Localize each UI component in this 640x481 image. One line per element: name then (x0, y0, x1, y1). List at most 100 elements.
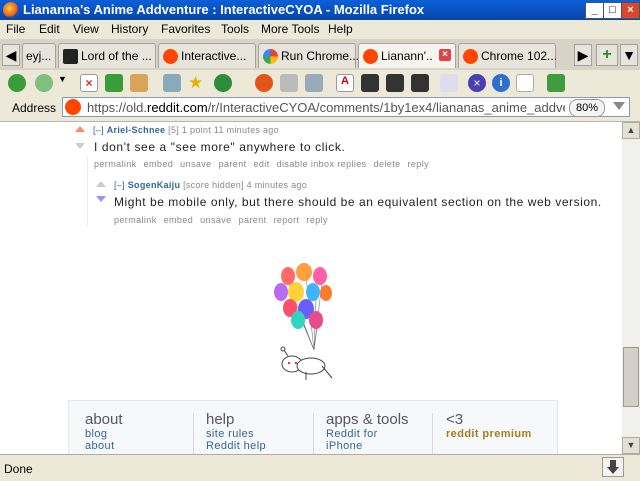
comment-actions: permalink embed unsave parent edit disable in… (94, 159, 436, 169)
url-dropdown-icon[interactable] (613, 102, 625, 110)
tab-6[interactable]: Chrome 102... (458, 43, 557, 68)
block-icon[interactable]: × (468, 74, 486, 92)
report-link[interactable]: report (274, 215, 300, 225)
tab-label: Interactive... (181, 49, 247, 63)
menu-edit[interactable]: Edit (39, 22, 60, 36)
comment-body: I don't see a "see more" anywhere to cli… (94, 140, 346, 154)
cursor-icon[interactable] (440, 74, 458, 92)
site-icon (63, 49, 78, 64)
downvote-icon[interactable] (75, 143, 85, 149)
scrollbar-thumb[interactable] (623, 347, 639, 407)
collapse-toggle[interactable]: [–] (93, 125, 104, 135)
reply-link[interactable]: reply (408, 159, 430, 169)
unsave-link[interactable]: unsave (200, 215, 231, 225)
maximize-button[interactable]: □ (603, 2, 622, 19)
tab-scroll-right-button[interactable]: ▶ (574, 44, 592, 66)
downvote-icon[interactable] (96, 196, 106, 202)
firefox-icon[interactable] (255, 74, 273, 92)
disable-inbox-replies-link[interactable]: disable inbox replies (277, 159, 367, 169)
scroll-up-button[interactable]: ▲ (622, 122, 640, 139)
footer-link-reddit-help[interactable]: Reddit help (206, 440, 266, 452)
footer-column-love: <3 reddit premium (446, 411, 532, 440)
text-a-icon[interactable]: A (336, 74, 354, 92)
screenshot-icon[interactable] (305, 74, 323, 92)
footer-link-site-rules[interactable]: site rules (206, 428, 266, 440)
menu-tools[interactable]: Tools (221, 22, 249, 36)
footer-link-about[interactable]: about (85, 440, 123, 452)
download-icon[interactable] (602, 457, 624, 477)
tab-1[interactable]: eyj... (22, 43, 56, 68)
menu-favorites[interactable]: Favorites (161, 22, 210, 36)
minimize-button[interactable]: _ (585, 2, 604, 19)
stop-icon[interactable]: × (80, 74, 98, 92)
edit-link[interactable]: edit (254, 159, 270, 169)
tab-4[interactable]: Run Chrome... (258, 43, 359, 68)
upvote-icon[interactable] (96, 181, 106, 187)
menu-help[interactable]: Help (328, 22, 353, 36)
permalink-link[interactable]: permalink (94, 159, 137, 169)
tab-label: Lord of the ... (81, 49, 152, 63)
footer-link-iphone[interactable]: iPhone (326, 440, 409, 452)
collapse-toggle[interactable]: [–] (114, 180, 125, 190)
comment-author[interactable]: Ariel-Schnee (107, 125, 166, 135)
reload-icon[interactable] (105, 74, 123, 92)
footer-link-reddit-premium[interactable]: reddit premium (446, 428, 532, 440)
address-bar[interactable]: https://old.reddit.com/r/InteractiveCYOA… (62, 97, 630, 117)
reddit-icon (463, 49, 478, 64)
comment-body: Might be mobile only, but there should b… (114, 195, 602, 209)
vertical-scrollbar[interactable]: ▲ ▼ (622, 122, 640, 454)
monitor-icon[interactable] (411, 74, 429, 92)
info-icon[interactable]: i (492, 74, 510, 92)
page-icon[interactable] (516, 74, 534, 92)
comment-tagline: [–] SogenKaiju [score hidden] 4 minutes … (114, 180, 307, 190)
addons-icon[interactable] (214, 74, 232, 92)
menu-view[interactable]: View (73, 22, 99, 36)
footer-column-about: about blog about (85, 411, 123, 452)
unsave-link[interactable]: unsave (180, 159, 211, 169)
footer-divider (313, 413, 314, 454)
tab-3[interactable]: Interactive... (158, 43, 256, 68)
search-icon[interactable] (163, 74, 181, 92)
forward-icon[interactable] (35, 74, 53, 92)
new-tab-button[interactable]: + (596, 44, 618, 66)
back-icon[interactable] (8, 74, 26, 92)
footer-divider (432, 413, 433, 454)
home-icon[interactable] (130, 74, 148, 92)
embed-link[interactable]: embed (144, 159, 174, 169)
monitor-icon[interactable] (361, 74, 379, 92)
menu-more-tools[interactable]: More Tools (261, 22, 319, 36)
footer-link-blog[interactable]: blog (85, 428, 123, 440)
monitor-icon[interactable] (386, 74, 404, 92)
footer-heading: <3 (446, 411, 464, 428)
embed-link[interactable]: embed (164, 215, 194, 225)
page-footer: about blog about help site rules Reddit … (68, 400, 558, 454)
bookmark-star-icon[interactable]: ★ (188, 74, 206, 92)
parent-link[interactable]: parent (219, 159, 247, 169)
reply-link[interactable]: reply (306, 215, 328, 225)
zoom-indicator[interactable]: 80% (568, 99, 605, 117)
close-button[interactable]: × (621, 2, 640, 19)
address-label: Address (12, 101, 57, 115)
menu-file[interactable]: File (6, 22, 25, 36)
close-tab-icon[interactable]: × (439, 49, 451, 61)
tab-bar: ◀ eyj... Lord of the ... Interactive... … (0, 39, 640, 71)
print-icon[interactable] (280, 74, 298, 92)
history-dropdown-icon[interactable]: ▼ (58, 74, 68, 92)
extension-puzzle-icon[interactable] (547, 74, 565, 92)
parent-link[interactable]: parent (239, 215, 267, 225)
menu-history[interactable]: History (111, 22, 148, 36)
tab-2[interactable]: Lord of the ... (58, 43, 156, 68)
tab-5-active[interactable]: Lianann'... × (358, 43, 456, 68)
tab-list-button[interactable]: ▼ (620, 44, 638, 66)
comment-author[interactable]: SogenKaiju (128, 180, 181, 190)
tab-scroll-left-button[interactable]: ◀ (2, 44, 20, 66)
url-text[interactable]: https://old.reddit.com/r/InteractiveCYOA… (87, 100, 565, 115)
title-bar: Liananna's Anime Addventure : Interactiv… (0, 0, 640, 20)
reddit-site-icon (65, 99, 81, 115)
tab-label: eyj... (26, 49, 52, 63)
permalink-link[interactable]: permalink (114, 215, 157, 225)
footer-link-reddit-for[interactable]: Reddit for (326, 428, 409, 440)
scroll-down-button[interactable]: ▼ (622, 437, 640, 454)
upvote-icon[interactable] (75, 126, 85, 132)
delete-link[interactable]: delete (374, 159, 401, 169)
